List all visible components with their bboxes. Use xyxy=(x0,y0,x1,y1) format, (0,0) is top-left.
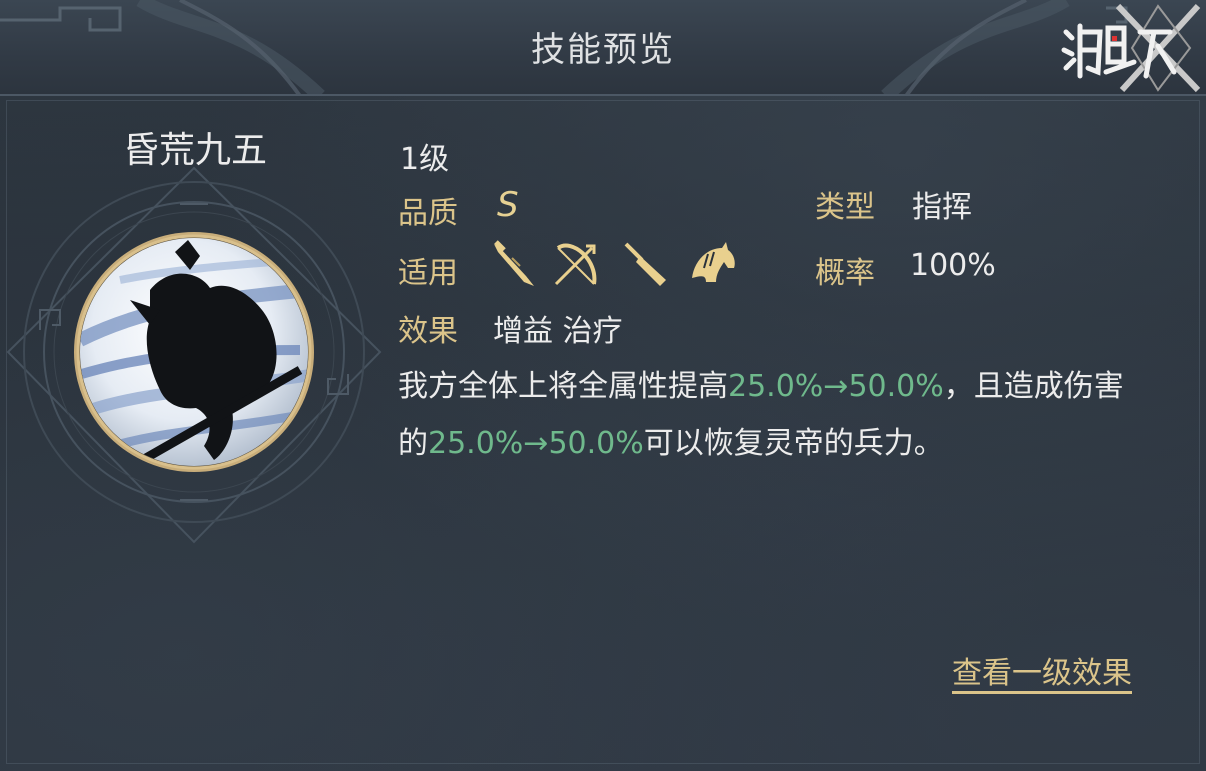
cavalry-horse-icon xyxy=(692,242,735,282)
effect-tags: 增益 治疗 xyxy=(493,314,623,349)
effect-label: 效果 xyxy=(398,314,458,349)
description-value: 25.0%→50.0% xyxy=(728,369,944,404)
type-value: 指挥 xyxy=(912,190,972,225)
game-logo-icon xyxy=(1061,3,1201,93)
quality-grade: S xyxy=(497,185,519,225)
bow-icon xyxy=(554,243,597,286)
header-bar: 技能预览 xyxy=(0,0,1206,96)
page-title: 技能预览 xyxy=(531,30,675,70)
view-level1-effect-link[interactable]: 查看一级效果 xyxy=(952,648,1132,692)
type-label: 类型 xyxy=(815,190,875,225)
description-text: 可以恢复灵帝的兵力。 xyxy=(643,426,944,461)
description-value: 25.0%→50.0% xyxy=(428,426,644,461)
skill-description: 我方全体上将全属性提高25.0%→50.0%，且造成伤害的25.0%→50.0%… xyxy=(398,358,1138,472)
rate-value: 100% xyxy=(910,248,996,283)
sword-icon xyxy=(494,240,534,286)
header-divider xyxy=(0,94,1206,96)
skill-emblem-icon xyxy=(6,166,382,544)
skill-level: 1级 xyxy=(400,142,450,177)
quality-label: 品质 xyxy=(398,196,458,231)
description-text: 我方全体上将全属性提高 xyxy=(398,369,728,404)
apply-label: 适用 xyxy=(398,256,458,291)
rate-label: 概率 xyxy=(815,256,875,291)
spear-icon xyxy=(624,242,666,286)
